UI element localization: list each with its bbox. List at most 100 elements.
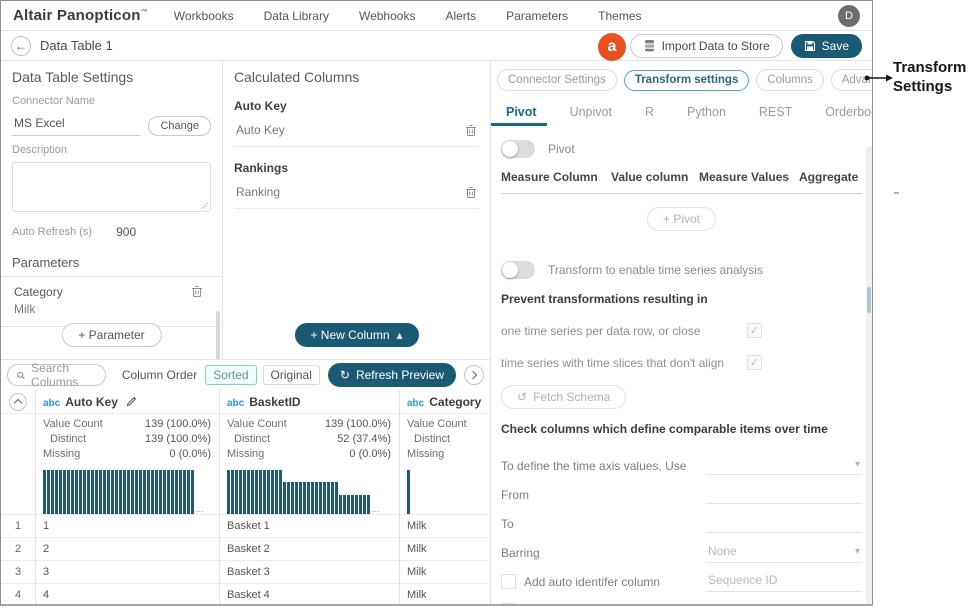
connector-name-label: Connector Name xyxy=(12,95,211,107)
column-header-auto-key[interactable]: Auto Key xyxy=(65,395,118,409)
new-column-button[interactable]: + New Column ▴ xyxy=(294,323,418,347)
right-panel-scrollbar[interactable] xyxy=(866,147,872,605)
row-number: 1 xyxy=(1,520,35,532)
collapse-stats-button[interactable] xyxy=(9,393,27,411)
parameter-list-item[interactable]: Category Milk xyxy=(12,277,211,326)
column-header-basketid[interactable]: BasketID xyxy=(249,395,300,409)
prevent-checkbox-2[interactable]: ✓ xyxy=(747,355,762,370)
table-row[interactable]: 3 3 Basket 3 Milk xyxy=(1,560,490,583)
nav-item-workbooks[interactable]: Workbooks xyxy=(174,9,234,23)
title-bar: ← Data Table 1 Import Data to Store Save xyxy=(1,31,872,61)
subtab-unpivot[interactable]: Unpivot xyxy=(570,105,612,119)
data-preview-panel: Search Columns Column Order Sorted Origi… xyxy=(1,359,490,605)
order-original-button[interactable]: Original xyxy=(263,365,320,385)
right-panel-scrollbar-thumb[interactable] xyxy=(867,287,871,313)
add-parameter-button[interactable]: + Parameter xyxy=(61,323,161,347)
calculated-columns-title: Calculated Columns xyxy=(234,69,479,85)
column-separator xyxy=(35,390,36,605)
table-row[interactable]: 2 2 Basket 2 Milk xyxy=(1,537,490,560)
fetch-schema-button[interactable]: ↺ Fetch Schema xyxy=(501,385,626,409)
chevron-right-icon xyxy=(469,371,477,379)
from-input[interactable] xyxy=(706,486,862,504)
calc-group-auto-key: Auto Key xyxy=(234,99,479,113)
caret-down-icon: ▾ xyxy=(855,546,860,557)
prevent-option-row: time series with time slices that don't … xyxy=(501,355,862,370)
search-placeholder: Search Columns xyxy=(31,361,96,389)
add-pivot-button[interactable]: + Pivot xyxy=(647,207,716,231)
check-icon: ✓ xyxy=(750,324,759,337)
prevent-option-row: one time series per data row, or close ✓ xyxy=(501,323,862,338)
nav-item-parameters[interactable]: Parameters xyxy=(506,9,568,23)
preview-table-header: abcAuto Key abcBasketID abcCategory xyxy=(1,390,490,414)
to-input[interactable] xyxy=(706,515,862,533)
replace-checkbox[interactable] xyxy=(501,603,516,605)
auto-identifier-checkbox[interactable] xyxy=(501,574,516,589)
caret-down-icon: ▾ xyxy=(855,604,860,606)
time-axis-select[interactable]: ▾ xyxy=(706,457,862,475)
search-columns-input[interactable]: Search Columns xyxy=(7,364,106,386)
parameters-scrollbar[interactable] xyxy=(216,311,220,359)
column-header-category[interactable]: Category xyxy=(429,395,481,409)
description-textarea[interactable] xyxy=(12,162,211,212)
import-store-icon xyxy=(643,39,656,52)
calc-group-rankings: Rankings xyxy=(234,161,479,175)
nav-item-themes[interactable]: Themes xyxy=(598,9,641,23)
app-window: Altair Panopticon™ Workbooks Data Librar… xyxy=(0,0,873,606)
edit-pencil-icon[interactable] xyxy=(126,396,137,407)
calc-column-item[interactable]: Ranking xyxy=(234,175,479,209)
annotation-arrow-icon xyxy=(864,73,894,83)
time-series-form: To define the time axis values, Use ▾ Fr… xyxy=(501,451,862,605)
import-data-button[interactable]: Import Data to Store xyxy=(630,34,783,58)
settings-tabs: Connector Settings Transform settings Co… xyxy=(491,69,872,91)
parameter-value: Milk xyxy=(14,302,209,316)
pivot-toggle-label: Pivot xyxy=(548,142,575,156)
auto-refresh-label: Auto Refresh (s) xyxy=(12,226,92,238)
nav-item-webhooks[interactable]: Webhooks xyxy=(359,9,415,23)
tab-connector-settings[interactable]: Connector Settings xyxy=(497,69,617,91)
sequence-id-input[interactable]: Sequence ID xyxy=(706,571,862,592)
refresh-preview-button[interactable]: ↻ Refresh Preview xyxy=(328,363,456,387)
delete-parameter-icon[interactable] xyxy=(191,285,203,298)
subtab-python[interactable]: Python xyxy=(687,105,726,119)
column-separator xyxy=(219,390,220,605)
tab-columns[interactable]: Columns xyxy=(756,69,823,91)
subtab-r[interactable]: R xyxy=(645,105,654,119)
back-button[interactable]: ← xyxy=(11,36,31,56)
type-abc-icon: abc xyxy=(407,398,424,409)
subtab-rest[interactable]: REST xyxy=(759,105,792,119)
parameter-name: Category xyxy=(14,285,209,299)
chevron-up-icon xyxy=(14,399,22,407)
table-row[interactable]: 4 4 Basket 4 Milk xyxy=(1,583,490,605)
fetch-refresh-icon: ↺ xyxy=(517,390,527,404)
barring-select[interactable]: None▾ xyxy=(706,542,862,563)
connector-name-value[interactable]: MS Excel xyxy=(12,113,140,136)
time-series-toggle[interactable] xyxy=(501,261,535,279)
row-number: 2 xyxy=(1,543,35,555)
column-order-label: Column Order xyxy=(122,368,197,382)
search-icon xyxy=(17,370,25,381)
replace-select[interactable]: Intermediate▾ xyxy=(706,600,862,605)
expand-right-button[interactable] xyxy=(464,365,484,385)
subtab-pivot[interactable]: Pivot xyxy=(506,105,537,119)
prevent-checkbox-1[interactable]: ✓ xyxy=(747,323,762,338)
save-button[interactable]: Save xyxy=(791,34,862,58)
table-row[interactable]: 1 1 Basket 1 Milk xyxy=(1,514,490,537)
order-sorted-button[interactable]: Sorted xyxy=(205,365,256,385)
preview-toolbar: Search Columns Column Order Sorted Origi… xyxy=(1,360,490,390)
page-title: Data Table 1 xyxy=(40,38,113,53)
calc-column-item[interactable]: Auto Key xyxy=(234,113,479,147)
resize-grip-icon[interactable] xyxy=(200,201,208,209)
annotation-label: Transform Settings xyxy=(893,58,976,96)
nav-item-alerts[interactable]: Alerts xyxy=(445,9,476,23)
delete-column-icon[interactable] xyxy=(465,186,477,199)
nav-item-data-library[interactable]: Data Library xyxy=(264,9,329,23)
change-connector-button[interactable]: Change xyxy=(148,116,211,136)
user-avatar[interactable]: D xyxy=(838,5,860,27)
caret-up-icon: ▴ xyxy=(397,328,403,342)
delete-column-icon[interactable] xyxy=(465,124,477,137)
tab-transform-settings[interactable]: Transform settings xyxy=(624,70,750,91)
check-icon: ✓ xyxy=(750,356,759,369)
subtab-orderbook-reconstruction[interactable]: Orderbook Reconstruction xyxy=(825,105,872,119)
pivot-toggle[interactable] xyxy=(501,140,535,158)
auto-refresh-value[interactable]: 900 xyxy=(116,225,136,239)
